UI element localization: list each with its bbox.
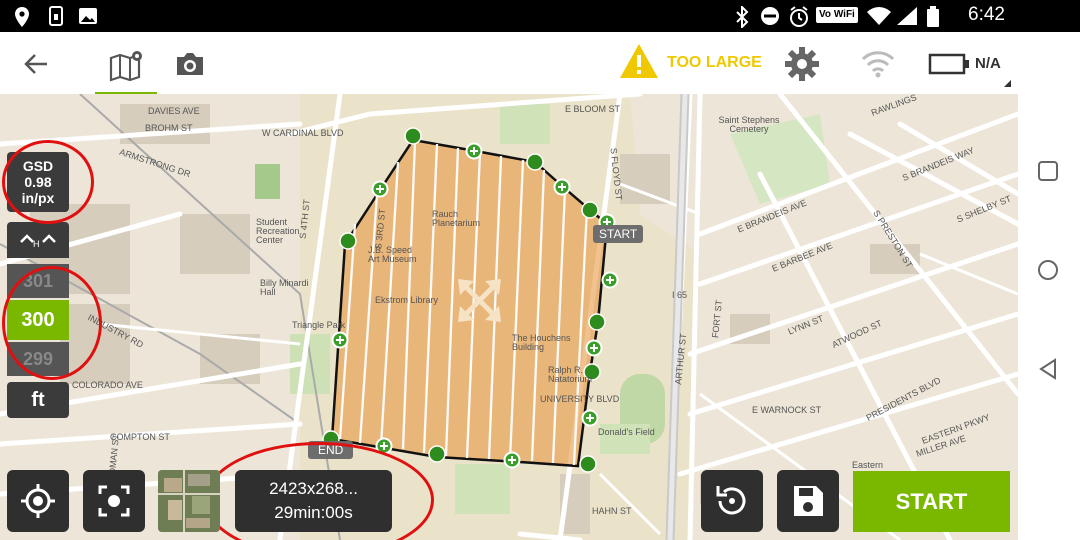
image-icon xyxy=(78,6,98,32)
crosshair-icon xyxy=(21,484,55,518)
map-label: Ralph R. Natatorium xyxy=(548,365,593,384)
altitude-option-above[interactable]: 301 xyxy=(7,264,69,298)
settings-button[interactable] xyxy=(780,42,824,86)
map-label: E BARBEE AVE xyxy=(770,240,834,274)
recents-button[interactable] xyxy=(1037,160,1059,182)
map-label: ARMSTRONG DR xyxy=(118,146,192,180)
map-label: S FLOYD ST xyxy=(608,147,624,201)
save-button[interactable] xyxy=(777,470,839,532)
camera-icon xyxy=(177,53,203,75)
altitude-header[interactable]: H xyxy=(7,222,69,258)
map-label: FORT ST xyxy=(710,299,725,339)
gsd-value: 0.98 xyxy=(24,174,52,190)
map-label: Eastern xyxy=(852,460,884,470)
triangle-back-icon xyxy=(1039,358,1056,380)
flight-duration: 29min:00s xyxy=(274,503,353,522)
map-label: The Houchens Building xyxy=(512,333,571,352)
tab-map-plan[interactable] xyxy=(95,40,157,96)
reset-button[interactable] xyxy=(701,470,763,532)
gear-icon xyxy=(785,47,819,81)
map-label: E WARNOCK ST xyxy=(752,405,822,415)
map-label: RAWLINGS xyxy=(869,94,918,118)
satellite-thumbnail-icon xyxy=(158,470,220,532)
home-button[interactable] xyxy=(1037,259,1059,281)
map-label: Ekstrom Library xyxy=(375,295,439,305)
focus-frame-icon xyxy=(98,485,130,517)
connection-wifi-icon xyxy=(860,48,896,83)
start-button[interactable]: START xyxy=(853,471,1010,532)
clock-time: 6:42 xyxy=(968,4,1005,25)
survey-area-size: 2423x268... xyxy=(269,479,358,498)
map-label: S 3RD ST xyxy=(373,208,388,250)
battery-icon xyxy=(926,6,940,34)
map-label: I 65 xyxy=(672,290,688,300)
map-label: Rauch Planetarium xyxy=(432,209,481,228)
flight-info-panel[interactable]: 2423x268... 29min:00s xyxy=(235,470,392,532)
map-label: W CARDINAL BLVD xyxy=(262,128,344,138)
status-bar: Vo WiFi 6:42 xyxy=(0,0,1080,32)
svg-text:H: H xyxy=(33,239,40,249)
top-toolbar: TOO LARGE N/A xyxy=(0,32,1018,96)
bluetooth-icon xyxy=(735,4,749,34)
wifi-calling-badge: Vo WiFi xyxy=(816,7,858,23)
system-back-button[interactable] xyxy=(1037,358,1059,380)
map-label: Saint Stephens Cemetery xyxy=(718,115,780,134)
satellite-layer-toggle[interactable] xyxy=(158,470,220,532)
location-icon xyxy=(12,6,32,34)
map-label: DAVIES AVE xyxy=(148,106,200,116)
altitude-option-below[interactable]: 299 xyxy=(7,342,69,376)
map-label: INDUSTRY RD xyxy=(86,312,145,350)
unit-toggle[interactable]: ft xyxy=(7,382,69,418)
map-label: HAHN ST xyxy=(592,506,632,516)
map-label: Donald's Field xyxy=(598,427,655,437)
map-label: E BLOOM ST xyxy=(565,104,621,114)
do-not-disturb-icon xyxy=(760,6,780,32)
altitude-option-selected[interactable]: 300 xyxy=(7,300,69,340)
map-label: BROHM ST xyxy=(145,123,193,133)
map-label: Billy Minardi Hall xyxy=(260,278,309,297)
map-label: E BRANDEIS AVE xyxy=(735,197,809,235)
gsd-label: GSD xyxy=(22,158,54,174)
map-label: COLORADO AVE xyxy=(72,380,143,390)
map-label: Student Recreation Center xyxy=(256,217,300,245)
map-label: S BRANDEIS WAY xyxy=(900,145,976,183)
map-label: ATWOOD ST xyxy=(830,318,884,350)
signal-icon xyxy=(896,6,918,32)
map-label: S PRESTON ST xyxy=(871,208,915,270)
alarm-icon xyxy=(788,6,810,34)
altitude-up-icon: H xyxy=(20,234,56,249)
map-label: UNIVERSITY BLVD xyxy=(540,394,620,404)
gsd-indicator[interactable]: GSD 0.98 in/px xyxy=(7,152,69,212)
fit-to-polygon-button[interactable] xyxy=(83,470,145,532)
start-marker: START xyxy=(593,225,644,243)
sim-icon xyxy=(48,6,64,32)
warning-icon xyxy=(618,42,660,85)
map-view[interactable]: DAVIES AVE BROHM ST W CARDINAL BLVD ARMS… xyxy=(0,94,1018,540)
square-icon xyxy=(1038,161,1058,181)
gsd-unit: in/px xyxy=(21,190,55,206)
end-marker: END xyxy=(308,441,354,459)
my-location-button[interactable] xyxy=(7,470,69,532)
drone-battery-icon xyxy=(928,52,970,81)
circle-icon xyxy=(1038,260,1058,280)
overflow-corner-icon xyxy=(1004,80,1011,87)
tab-camera[interactable] xyxy=(170,44,210,84)
arrow-left-icon xyxy=(24,54,47,74)
map-label: Triangle Park xyxy=(292,320,346,330)
system-navigation-bar xyxy=(1018,32,1080,540)
map-label: J.B. Speed Art Museum xyxy=(368,245,417,264)
map-label: S SHELBY ST xyxy=(955,193,1013,225)
restore-icon xyxy=(716,486,746,515)
map-pin-icon xyxy=(109,51,142,82)
map-label: ARTHUR ST xyxy=(673,332,689,386)
battery-text: N/A xyxy=(975,55,1001,72)
floppy-disk-icon xyxy=(794,486,823,516)
back-button[interactable] xyxy=(16,44,56,84)
map-label: PRESIDENTS BLVD xyxy=(864,375,943,423)
wifi-icon xyxy=(866,6,892,32)
warning-text: TOO LARGE xyxy=(667,54,762,71)
map-label: LYNN ST xyxy=(786,313,825,337)
